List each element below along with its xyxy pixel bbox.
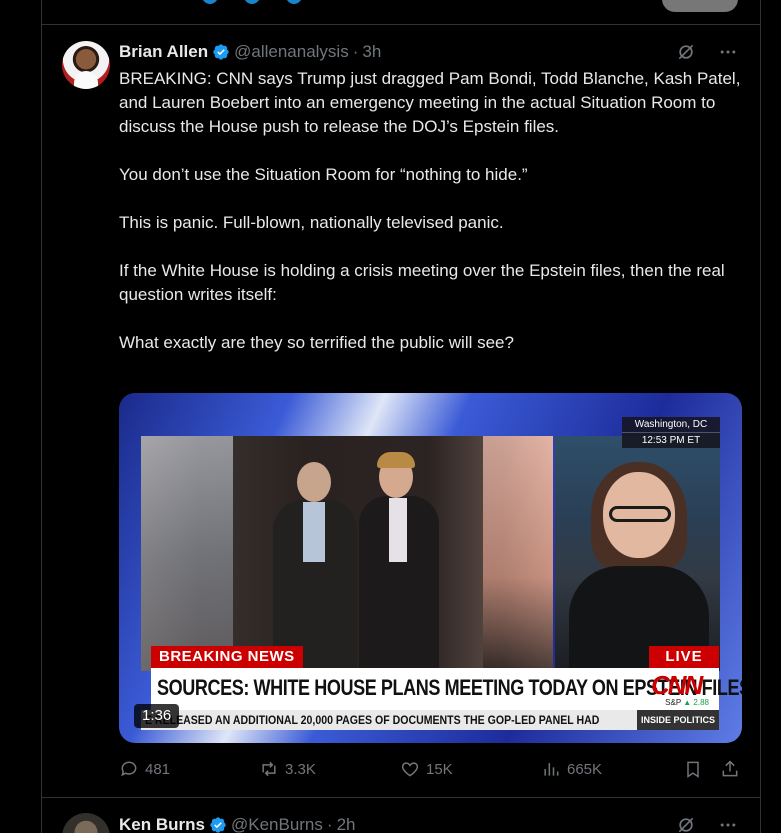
separator: · xyxy=(326,815,333,833)
next-tweet[interactable]: Ken Burns @KenBurns · 2h xyxy=(42,799,760,833)
reply-button[interactable]: 481 xyxy=(119,759,170,779)
grok-icon[interactable] xyxy=(676,42,696,62)
cnn-logo: CNN xyxy=(651,670,703,700)
previous-icon-1[interactable] xyxy=(202,0,218,4)
location-text: Washington, DC xyxy=(622,419,720,433)
market-label: S&P xyxy=(665,698,682,707)
tweet-paragraph: This is panic. Full-blown, nationally te… xyxy=(119,213,504,232)
previous-tweet-button[interactable] xyxy=(662,0,738,12)
tweet-header: Ken Burns @KenBurns · 2h xyxy=(119,815,355,833)
tweet-header: Brian Allen @allenanalysis · 3h xyxy=(119,42,381,62)
verified-badge-icon xyxy=(210,817,226,833)
video-anchor-panel xyxy=(555,436,720,671)
previous-icon-3[interactable] xyxy=(286,0,302,4)
video-player[interactable]: Washington, DC 12:53 PM ET BREAKING NEWS… xyxy=(119,393,742,743)
author-handle[interactable]: @allenanalysis xyxy=(234,42,349,62)
separator: · xyxy=(352,42,359,61)
tweet-paragraph: You don’t use the Situation Room for “no… xyxy=(119,165,528,184)
live-label: LIVE xyxy=(649,646,719,668)
tweet-actions: 481 3.3K 15K 665K xyxy=(119,759,745,785)
repost-count: 3.3K xyxy=(285,760,316,778)
repost-icon xyxy=(262,761,276,777)
view-count: 665K xyxy=(567,760,603,778)
tweet-paragraph: What exactly are they so terrified the p… xyxy=(119,333,514,352)
previous-tweet-remnant xyxy=(42,0,760,25)
author-name[interactable]: Brian Allen xyxy=(119,42,208,62)
share-icon xyxy=(722,760,738,777)
tweet[interactable]: Brian Allen @allenanalysis · 3h BREAKING… xyxy=(42,26,760,798)
more-options-icon[interactable] xyxy=(718,815,738,833)
timestamp[interactable]: 3h xyxy=(362,42,381,62)
more-options-icon[interactable] xyxy=(718,42,738,62)
chyron: SOURCES: WHITE HOUSE PLANS MEETING TODAY… xyxy=(151,668,742,710)
blur-left xyxy=(141,436,233,671)
heart-icon xyxy=(401,762,419,777)
previous-tweet-icons xyxy=(202,0,302,4)
analytics-icon xyxy=(544,763,559,776)
tweet-header-actions xyxy=(676,815,738,833)
clock-text: 12:53 PM ET xyxy=(641,435,701,446)
blur-right xyxy=(483,436,553,671)
location-bug: Washington, DC 12:53 PM ET xyxy=(622,417,720,448)
tweet-paragraph: BREAKING: CNN says Trump just dragged Pa… xyxy=(119,69,741,136)
video-photo-panel xyxy=(141,436,553,671)
photo-person-right xyxy=(359,452,439,671)
share-button[interactable] xyxy=(720,759,740,779)
views-button[interactable]: 665K xyxy=(541,759,602,779)
grok-icon[interactable] xyxy=(676,815,696,833)
reply-icon xyxy=(121,761,137,777)
news-ticker: E RELEASED AN ADDITIONAL 20,000 PAGES OF… xyxy=(141,710,719,730)
market-ticker: S&P ▲ 2.88 xyxy=(665,698,709,707)
reply-count: 481 xyxy=(145,760,171,778)
timeline-column: Brian Allen @allenanalysis · 3h BREAKING… xyxy=(41,0,761,833)
avatar[interactable] xyxy=(62,41,110,89)
tweet-paragraph: If the White House is holding a crisis m… xyxy=(119,261,725,304)
tweet-header-actions xyxy=(676,42,738,62)
bookmark-button[interactable] xyxy=(683,759,703,779)
bookmark-icon xyxy=(687,761,699,778)
verified-badge-icon xyxy=(213,44,229,60)
author-handle[interactable]: @KenBurns xyxy=(231,815,323,833)
previous-icon-2[interactable] xyxy=(244,0,260,4)
ticker-text: E RELEASED AN ADDITIONAL 20,000 PAGES OF… xyxy=(145,713,600,727)
like-button[interactable]: 15K xyxy=(400,759,453,779)
avatar[interactable] xyxy=(62,813,110,833)
timestamp[interactable]: 2h xyxy=(337,815,356,833)
video-duration: 1:36 xyxy=(134,704,180,728)
tweet-text: BREAKING: CNN says Trump just dragged Pa… xyxy=(119,67,745,355)
author-name[interactable]: Ken Burns xyxy=(119,815,205,833)
breaking-news-label: BREAKING NEWS xyxy=(151,646,303,668)
photo-person-left xyxy=(267,462,359,671)
like-count: 15K xyxy=(426,760,453,778)
ticker-show-tag: INSIDE POLITICS xyxy=(637,710,719,730)
market-value: ▲ 2.88 xyxy=(683,698,709,707)
repost-button[interactable]: 3.3K xyxy=(259,759,316,779)
